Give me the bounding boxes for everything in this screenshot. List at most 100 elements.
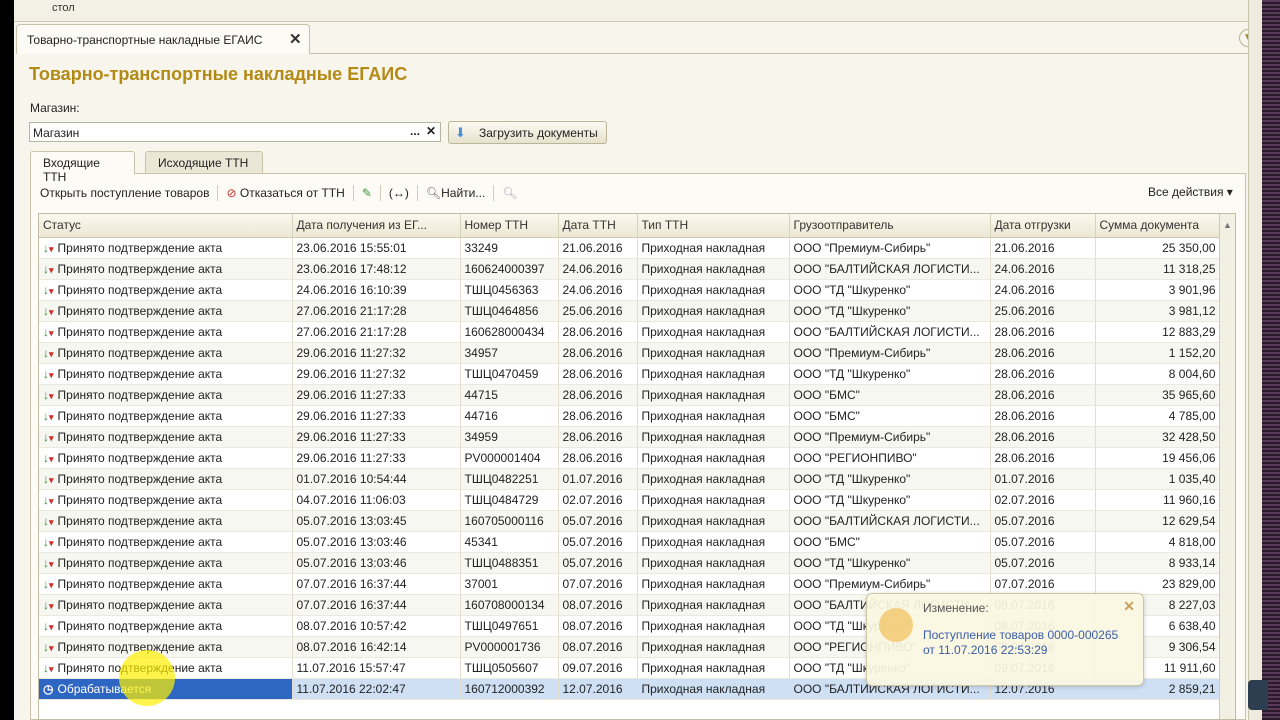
cell-ttn-type: Приходная накладная <box>637 405 790 427</box>
table-row[interactable]: ↓▾ Принято подтверждение акта 24.06.2016 1… <box>39 279 1222 301</box>
find-button[interactable]: 🔍︎Найти... <box>426 186 485 200</box>
shop-input[interactable]: Магазин ... ✕ <box>29 122 441 142</box>
cell-status: ↓▾Принято подтверждение акта <box>39 258 293 280</box>
close-icon[interactable]: ✕ <box>289 30 302 48</box>
cell-received-date: 11.07.2016 22:02:47 <box>292 678 461 700</box>
window-scrollbar[interactable] <box>1248 0 1262 720</box>
window-tab-label: Товарно-транспортные накладные ЕГАИС <box>27 33 263 47</box>
column-header-ttn-type[interactable]: Тип ТТН <box>637 214 790 238</box>
cell-status: ↓▾Принято подтверждение акта <box>39 405 293 427</box>
table-row[interactable]: ↓▾ Принято подтверждение акта 29.06.2016 1… <box>39 384 1222 406</box>
table-row[interactable]: ↓▾ Принято подтверждение акта 27.06.2016 2… <box>39 321 1222 343</box>
cell-received-date: 04.07.2016 11:06:03 <box>292 489 461 511</box>
table-row[interactable]: ↓▾ Принято подтверждение акта 05.07.2016 1… <box>39 552 1222 574</box>
cell-ttn-number: 44715 <box>460 384 559 406</box>
cell-ttn-type: Приходная накладная <box>637 468 790 490</box>
cell-shipper: ООО "ТД "Шкуренко" <box>789 300 991 322</box>
table-row[interactable]: ↓▾ Принято подтверждение акта 01.07.2016 1… <box>39 468 1222 490</box>
cell-ship-date: 05.07.2016 <box>990 531 1096 553</box>
remote-tool-icon[interactable] <box>1248 680 1268 710</box>
cell-amount: 19 456,06 <box>1095 447 1222 469</box>
column-header-shipper[interactable]: Грузоотправитель <box>789 214 991 238</box>
table-row[interactable]: ↓▾ Принято подтверждение акта 29.06.2016 1… <box>39 342 1222 364</box>
cell-received-date: 05.07.2016 13:03:45 <box>292 510 461 532</box>
vertical-scrollbar[interactable]: ▲ <box>1219 214 1235 719</box>
cell-ttn-date: 05.07.2016 <box>558 552 638 574</box>
column-header-status[interactable]: Статус <box>39 214 293 238</box>
cell-ttn-date: 28.06.2016 <box>558 363 638 385</box>
tab-incoming[interactable]: Входящие ТТН <box>30 151 135 184</box>
table-row[interactable]: ↓▾ Принято подтверждение акта 23.06.2016 1… <box>39 258 1222 280</box>
column-header-ship-date[interactable]: Дата отгрузки <box>990 214 1096 238</box>
cell-ttn-date: 09.07.2016 <box>558 657 638 679</box>
cell-ttn-number: 37001 <box>460 573 559 595</box>
select-button[interactable]: ... <box>410 124 420 138</box>
window-tab[interactable]: Товарно-транспортные накладные ЕГАИС ✕ <box>16 24 310 54</box>
desktop-link[interactable]: стол <box>52 2 75 14</box>
all-actions-menu[interactable]: Все действия ▾ <box>1148 185 1233 199</box>
column-header-ttn-number[interactable]: Номер ТТН <box>460 214 559 238</box>
column-header-amount[interactable]: Сумма документа <box>1095 214 1222 238</box>
close-icon[interactable]: ✕ <box>1123 598 1135 615</box>
edit-pencil-icon[interactable]: ✎ <box>362 186 372 200</box>
screen-edge <box>1262 0 1280 720</box>
cell-ttn-date: 28.06.2016 <box>558 321 638 343</box>
divider <box>493 185 495 201</box>
status-text: Принято подтверждение акта <box>57 282 223 297</box>
cell-amount: 8 933,14 <box>1095 552 1222 574</box>
column-header-received-date[interactable]: Дата получения из ЕГ... <box>292 214 461 238</box>
cell-amount: 3 981,12 <box>1095 300 1222 322</box>
cell-received-date: 29.06.2016 11:27:33 <box>292 426 461 448</box>
cell-ttn-type: Приходная накладная <box>637 447 790 469</box>
cell-ttn-type: Приходная накладная <box>637 573 790 595</box>
cell-ttn-date: 28.06.2016 <box>558 384 638 406</box>
cell-ttn-date: 21.06.2016 <box>558 237 638 259</box>
cell-ttn-number: ТШЦ0484729 <box>460 489 559 511</box>
table-row[interactable]: ↓▾ Принято подтверждение акта 29.06.2016 1… <box>39 363 1222 385</box>
table-row[interactable]: ↓▾ Принято подтверждение акта 05.07.2016 1… <box>39 531 1222 553</box>
table-row[interactable]: ↓▾ Принято подтверждение акта 05.07.2016 1… <box>39 510 1222 532</box>
expand-icon[interactable]: (↔) <box>389 186 409 200</box>
cell-ttn-number: PV000001736 <box>460 636 559 658</box>
table-row[interactable]: ↓▾ Принято подтверждение акта 27.06.2016 2… <box>39 300 1222 322</box>
table-row[interactable]: ↓▾ Принято подтверждение акта 29.06.2016 1… <box>39 447 1222 469</box>
cell-status: ↓▾Принято подтверждение акта <box>39 447 293 469</box>
open-receipt-button[interactable]: Открыть поступление товаров <box>40 186 209 200</box>
refuse-button[interactable]: ⊘ Отказаться от ТТН <box>226 186 344 200</box>
cell-shipper: ООО "Премиум-Сибирь" <box>789 342 991 364</box>
cell-received-date: 29.06.2016 11:27:32 <box>292 363 461 385</box>
cell-ship-date: 28.06.2016 <box>990 384 1096 406</box>
table-row[interactable]: ↓▾ Принято подтверждение акта 29.06.2016 1… <box>39 426 1222 448</box>
cell-ship-date: 28.06.2016 <box>990 342 1096 364</box>
load-documents-button[interactable]: ⬇ Загрузить документы <box>448 121 607 144</box>
cell-ttn-number: 33249 <box>460 237 559 259</box>
notification-link[interactable]: Поступление товаров 0000-000265 от 11.07.… <box>923 628 1118 658</box>
table-row[interactable]: ↓▾ Принято подтверждение акта 29.06.2016 1… <box>39 405 1222 427</box>
status-text: Принято подтверждение акта <box>57 345 223 360</box>
table-row[interactable]: ↓▾ Принято подтверждение акта 23.06.2016 1… <box>39 237 1222 259</box>
cell-ttn-type: Приходная накладная <box>637 636 790 658</box>
app-window: стол Товарно-транспортные накладные ЕГАИ… <box>14 0 1262 720</box>
cancel-search-icon[interactable]: 🔍︎ <box>502 186 517 200</box>
cell-received-date: 27.06.2016 21:17:28 <box>292 300 461 322</box>
status-text: Принято подтверждение акта <box>57 534 223 549</box>
clear-icon[interactable]: ✕ <box>426 124 436 138</box>
scroll-up-icon[interactable]: ▲ <box>1220 220 1235 230</box>
cell-received-date: 05.07.2016 13:03:46 <box>292 531 461 553</box>
status-text: Принято подтверждение акта <box>57 618 223 633</box>
cell-status: ↓▾Принято подтверждение акта <box>39 426 293 448</box>
cell-received-date: 29.06.2016 11:27:33 <box>292 405 461 427</box>
cell-ship-date: 01.07.2016 <box>990 468 1096 490</box>
arrow-down-icon: ↓▾ <box>43 387 54 402</box>
status-text: Принято подтверждение акта <box>57 513 223 528</box>
cell-ttn-date: 28.06.2016 <box>558 447 638 469</box>
column-header-ttn-date[interactable]: Дата ТТН <box>558 214 638 238</box>
cell-amount: 1 152,20 <box>1095 342 1222 364</box>
cell-amount: 25 350,00 <box>1095 237 1222 259</box>
arrow-down-icon: ↓▾ <box>43 345 54 360</box>
tab-outgoing[interactable]: Исходящие ТТН <box>145 151 263 173</box>
table-row[interactable]: ↓▾ Принято подтверждение акта 07.07.2016 1… <box>39 573 1222 595</box>
status-text: Принято подтверждение акта <box>57 324 223 339</box>
cell-received-date: 07.07.2016 16:37:44 <box>292 573 461 595</box>
table-row[interactable]: ↓▾ Принято подтверждение акта 04.07.2016 1… <box>39 489 1222 511</box>
